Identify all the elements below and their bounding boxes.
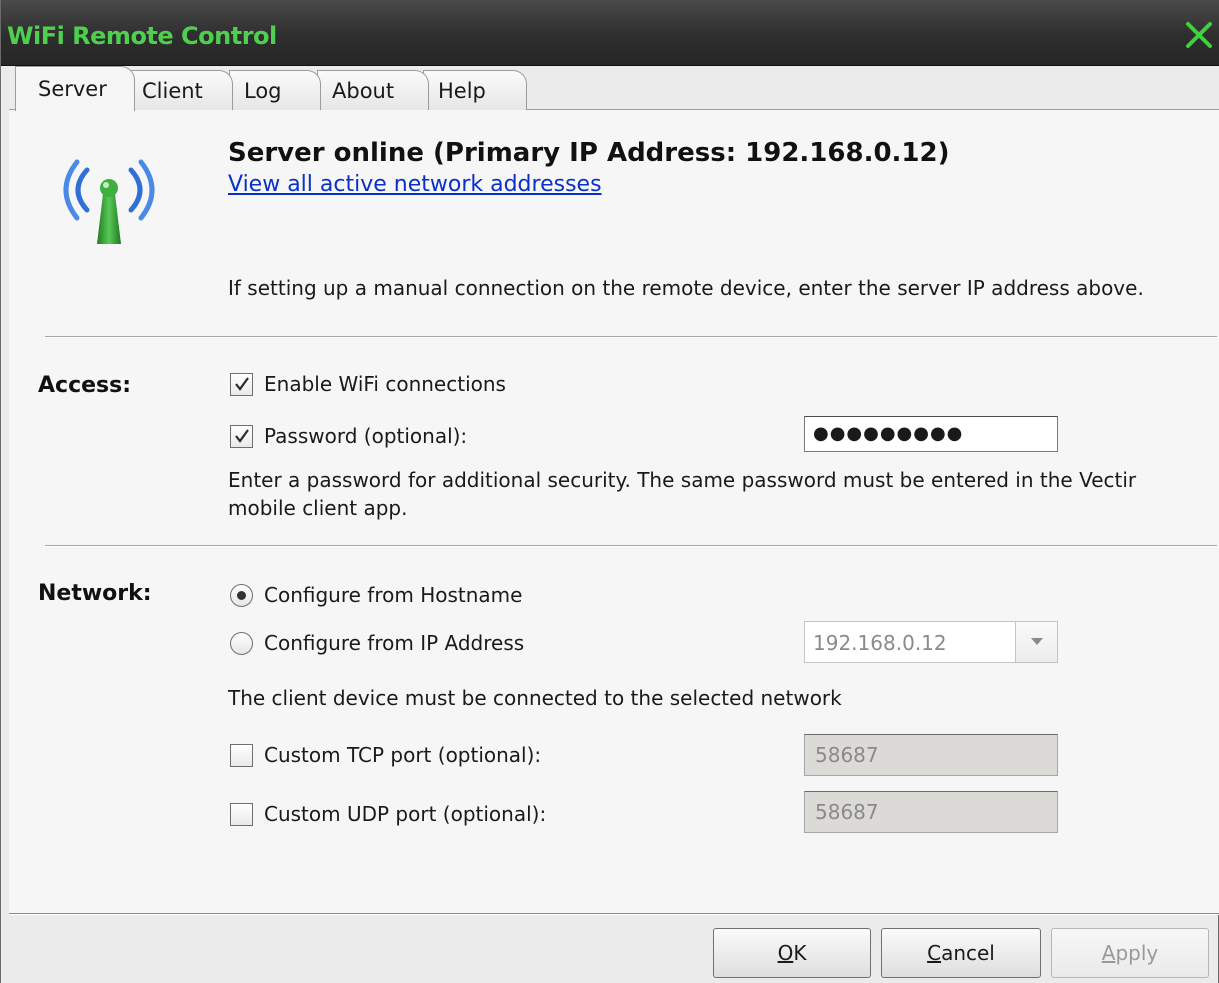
password-label: Password (optional): [264,424,468,448]
ok-mnemonic: O [777,941,794,965]
ok-label-rest: K [793,941,807,965]
tab-log-label: Log [244,78,282,103]
ip-address-select[interactable]: 192.168.0.12 [804,621,1058,663]
radio-selected-icon [230,583,253,607]
manual-connection-hint: If setting up a manual connection on the… [228,276,1144,300]
password-checkbox[interactable]: Password (optional): [230,422,467,450]
udp-port-input[interactable]: 58687 [804,791,1058,833]
checkbox-unchecked-icon [230,743,253,767]
configure-from-ip-label: Configure from IP Address [264,631,525,655]
apply-mnemonic: A [1101,941,1116,965]
apply-label-rest: pply [1115,941,1159,965]
wifi-antenna-icon [57,148,161,252]
divider-access [45,336,1217,338]
wifi-remote-control-window: WiFi Remote Control Help About Log Clien… [0,0,1219,983]
custom-tcp-port-checkbox[interactable]: Custom TCP port (optional): [230,741,541,769]
ip-address-value: 192.168.0.12 [813,631,947,655]
password-note-line1: Enter a password for additional security… [228,468,1137,492]
custom-udp-port-checkbox[interactable]: Custom UDP port (optional): [230,800,546,828]
custom-udp-port-label: Custom UDP port (optional): [264,802,547,826]
footer-divider [9,913,1219,915]
configure-from-hostname-radio[interactable]: Configure from Hostname [230,581,522,609]
cancel-label-rest: ancel [941,941,995,965]
tab-log[interactable]: Log [229,70,321,110]
chevron-down-icon[interactable] [1015,622,1057,662]
server-status-title: Server online (Primary IP Address: 192.1… [228,138,950,168]
enable-wifi-label: Enable WiFi connections [264,372,506,396]
close-icon[interactable] [1184,20,1214,50]
title-bar[interactable]: WiFi Remote Control [1,0,1219,66]
tab-strip: Help About Log Client Server [9,66,1219,111]
apply-button[interactable]: Apply [1051,928,1209,978]
configure-from-hostname-label: Configure from Hostname [264,583,523,607]
tcp-port-input[interactable]: 58687 [804,734,1058,776]
checkbox-checked-icon [230,424,253,448]
ok-button[interactable]: OK [713,928,871,978]
custom-tcp-port-label: Custom TCP port (optional): [264,743,542,767]
tab-about[interactable]: About [317,70,429,110]
checkbox-unchecked-icon [230,802,253,826]
enable-wifi-checkbox[interactable]: Enable WiFi connections [230,370,506,398]
password-note-line2: mobile client app. [228,496,408,520]
tab-help[interactable]: Help [423,70,527,110]
network-section-label: Network: [38,581,152,606]
tab-server[interactable]: Server [15,66,135,111]
access-section-label: Access: [38,373,132,398]
divider-network [45,545,1217,547]
password-input[interactable]: ●●●●●●●●● [804,416,1058,452]
tab-about-label: About [332,78,395,103]
server-panel: Server online (Primary IP Address: 192.1… [9,109,1219,914]
tab-help-label: Help [438,78,486,103]
view-network-addresses-link[interactable]: View all active network addresses [228,172,602,197]
tab-client[interactable]: Client [127,70,233,110]
tab-client-label: Client [142,78,203,103]
window-title: WiFi Remote Control [7,22,277,50]
configure-from-ip-radio[interactable]: Configure from IP Address [230,629,524,657]
radio-unselected-icon [230,631,253,655]
cancel-button[interactable]: Cancel [881,928,1041,978]
checkbox-checked-icon [230,372,253,396]
network-note: The client device must be connected to t… [228,686,842,710]
tab-server-label: Server [38,77,107,101]
cancel-mnemonic: C [927,941,942,965]
